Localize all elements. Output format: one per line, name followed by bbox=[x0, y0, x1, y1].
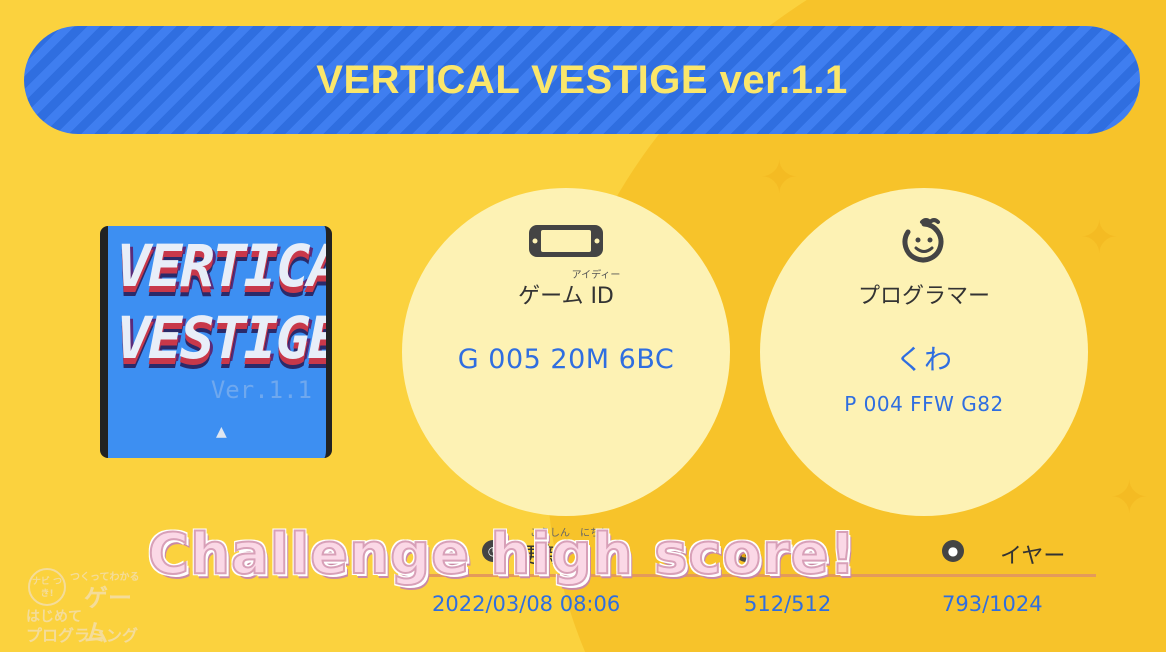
updated-value: 2022/03/08 08:06 bbox=[432, 592, 621, 616]
switch-console-icon bbox=[527, 216, 605, 266]
players-label: イヤー bbox=[1000, 544, 1066, 569]
programmer-id[interactable]: P 004 FFW G82 bbox=[844, 392, 1004, 416]
thumbnail-version: Ver.1.1 bbox=[210, 376, 312, 404]
thumbnail-title-line-2: VESTIGE bbox=[116, 304, 332, 372]
app-logo: ナビ つき! つくってわかる ゲーム はじめて プログラミング bbox=[24, 562, 154, 647]
game-thumbnail: VERTICAL VESTIGE Ver.1.1 ▲ bbox=[100, 226, 332, 458]
game-title-banner: VERTICAL VESTIGE ver.1.1 bbox=[24, 26, 1140, 134]
player-icon: ● bbox=[942, 540, 964, 562]
nodes-value: 512/512 bbox=[744, 592, 832, 616]
game-id-label: ゲーム ID bbox=[518, 284, 614, 309]
logo-badge: ナビ つき! bbox=[28, 568, 66, 606]
programmer-label: プログラマー bbox=[857, 284, 990, 309]
background-decoration-icon: ✦ bbox=[1080, 210, 1119, 264]
players-value: 793/1024 bbox=[942, 592, 1043, 616]
logo-line-2: プログラミング bbox=[26, 626, 139, 645]
thumbnail-title-line-1: VERTICAL bbox=[116, 232, 326, 300]
game-id-value[interactable]: G 005 20M 6BC bbox=[458, 344, 674, 375]
challenge-caption: Challenge high score! bbox=[147, 521, 857, 588]
background-decoration-icon: ✦ bbox=[1110, 470, 1149, 524]
game-id-ruby: アイディー bbox=[571, 270, 621, 281]
game-title: VERTICAL VESTIGE ver.1.1 bbox=[316, 57, 848, 102]
background-decoration-icon: ✦ bbox=[760, 150, 799, 204]
spaceship-icon: ▲ bbox=[216, 424, 227, 440]
game-id-card: アイディー ゲーム ID G 005 20M 6BC bbox=[402, 188, 730, 516]
programmer-name: くわ bbox=[895, 343, 953, 376]
smiling-face-icon bbox=[898, 216, 950, 266]
programmer-card: プログラマー くわ P 004 FFW G82 bbox=[760, 188, 1088, 516]
